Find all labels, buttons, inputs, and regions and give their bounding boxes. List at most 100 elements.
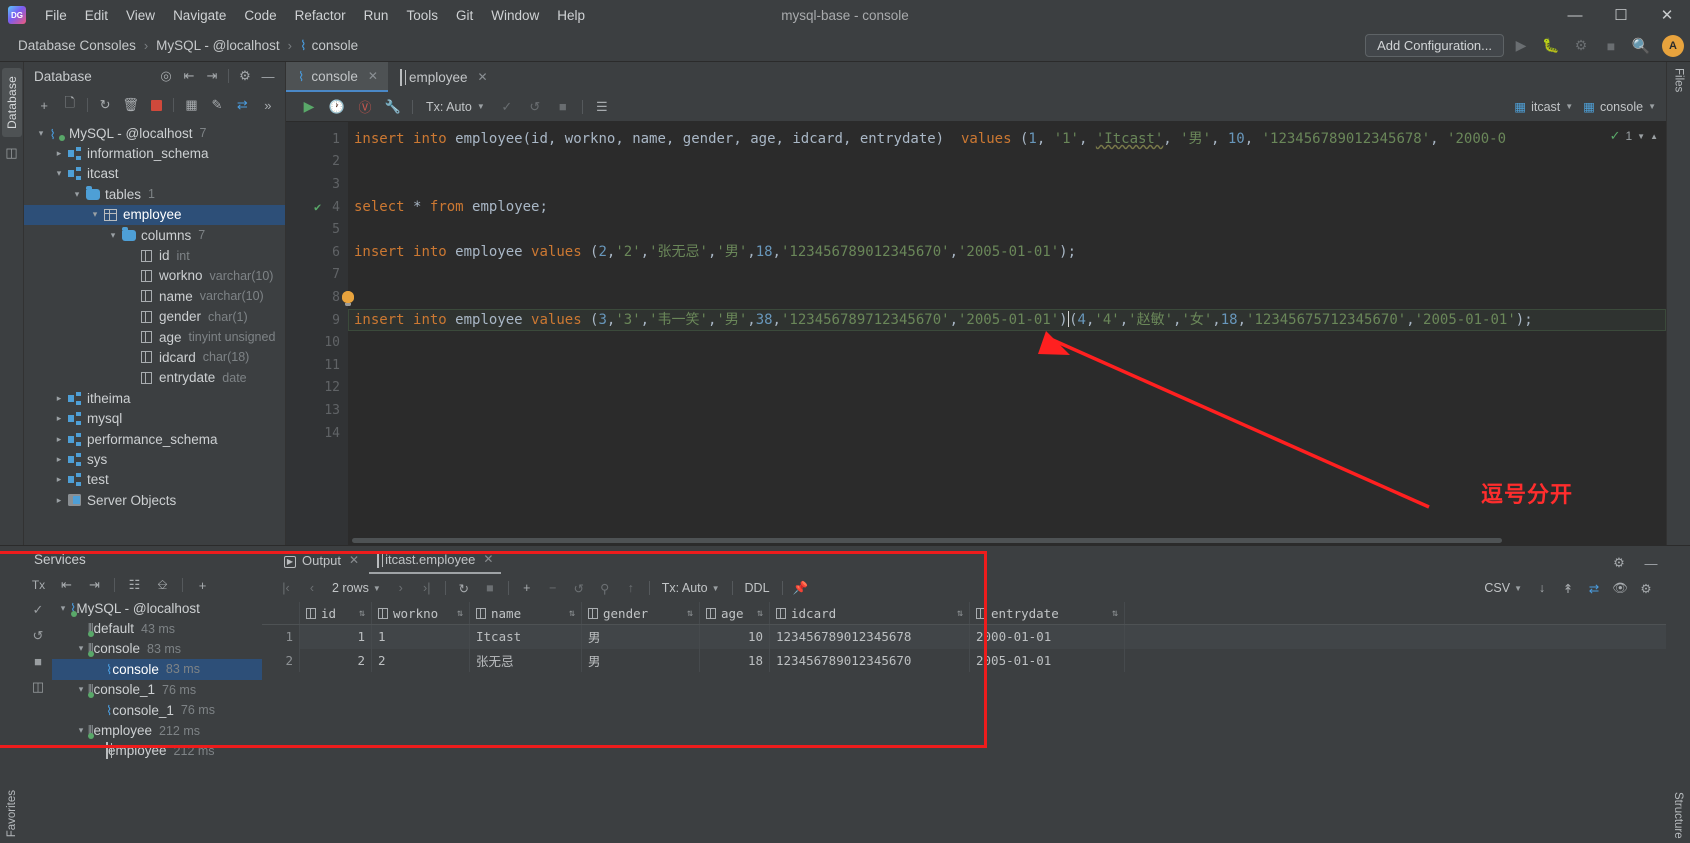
code-line-13[interactable] — [348, 399, 1666, 422]
code-line-1[interactable]: insert into employee(id, workno, name, g… — [348, 128, 1666, 151]
ddl-button[interactable]: DDL — [739, 581, 776, 595]
collapse-all-icon[interactable]: ⇥ — [82, 573, 107, 597]
hide-panel-icon[interactable]: — — [1640, 552, 1662, 574]
gutter-line-12[interactable]: 12 — [286, 377, 348, 400]
expand-all-icon[interactable]: ⇤ — [178, 65, 200, 87]
tree-item-gender[interactable]: gender char(1) — [24, 307, 285, 327]
code-line-11[interactable] — [348, 354, 1666, 377]
sync-icon[interactable]: 🗑 — [118, 93, 142, 117]
grid-column-header-entrydate[interactable]: entrydate ⇅ — [970, 602, 1125, 624]
run-icon[interactable]: ▶ — [1508, 34, 1534, 58]
sql-editor[interactable]: 1 2 3 ✔ 4 5 6 7 8 9 10 11 12 13 14 insert into employe… — [286, 122, 1666, 545]
gutter-line-4[interactable]: ✔ 4 — [286, 196, 348, 219]
chevron-down-icon[interactable]: ▼ — [1637, 132, 1645, 141]
tree-item-name[interactable]: name varchar(10) — [24, 286, 285, 306]
delete-row-button[interactable]: − — [541, 577, 565, 599]
grid-cell-workno[interactable]: 1 — [372, 625, 470, 649]
chevron-right-icon[interactable]: ▸ — [52, 393, 66, 404]
breadcrumb-item-1[interactable]: MySQL - @localhost — [152, 36, 284, 55]
menu-item-view[interactable]: View — [117, 5, 164, 26]
service-item-console[interactable]: ⌇ console 83 ms — [52, 659, 262, 680]
settings-icon[interactable]: ⚙ — [1634, 577, 1658, 599]
close-icon[interactable]: ✕ — [368, 69, 378, 83]
menu-item-refactor[interactable]: Refactor — [286, 5, 355, 26]
add-configuration-button[interactable]: Add Configuration... — [1365, 34, 1504, 57]
grid-row[interactable]: 2 2 2 张无忌男 18 123456789012345670 2005-01-01 — [262, 648, 1666, 672]
code-line-8[interactable] — [348, 286, 1666, 309]
chevron-down-icon[interactable]: ▾ — [56, 603, 70, 614]
breadcrumb-item-2[interactable]: ⌇ console — [296, 36, 362, 56]
group-icon[interactable]: ☷ — [122, 573, 147, 597]
chevron-down-icon[interactable]: ▾ — [52, 168, 66, 179]
tree-item-idcard[interactable]: idcard char(18) — [24, 347, 285, 367]
grid-cell-gender[interactable]: 男 — [582, 625, 700, 649]
chevron-down-icon[interactable]: ▾ — [34, 128, 48, 139]
sort-icon[interactable]: ⇅ — [457, 608, 463, 619]
grid-cell-age[interactable]: 10 — [700, 625, 770, 649]
gear-icon[interactable]: ⚙ — [1608, 552, 1630, 574]
gear-icon[interactable]: ⚙ — [234, 65, 256, 87]
diagram-icon[interactable]: ⇄ — [1582, 577, 1606, 599]
wrench-icon[interactable]: 🔧 — [380, 95, 406, 119]
gutter-line-7[interactable]: 7 — [286, 264, 348, 287]
result-tx-chip[interactable]: Tx: Auto ▼ — [656, 581, 726, 595]
chevron-down-icon[interactable]: ▾ — [74, 643, 88, 654]
table-mode-icon[interactable]: ☰ — [589, 95, 615, 119]
chevron-right-icon[interactable]: ▸ — [52, 474, 66, 485]
collapse-all-icon[interactable]: ⇥ — [201, 65, 223, 87]
layout-icon[interactable]: ◫ — [32, 679, 44, 695]
grid-cell-workno[interactable]: 2 — [372, 648, 470, 672]
tree-item-mysql[interactable]: ▸ mysql — [24, 408, 285, 428]
grid-cell-idcard[interactable]: 123456789012345670 — [770, 648, 970, 672]
stop-icon[interactable]: ■ — [34, 654, 42, 669]
code-line-5[interactable] — [348, 218, 1666, 241]
expand-all-icon[interactable]: ⇤ — [54, 573, 79, 597]
grid-cell-entrydate[interactable]: 2000-01-01 — [970, 625, 1125, 649]
prev-page-button[interactable]: ‹ — [300, 577, 324, 599]
revert-icon[interactable]: ↺ — [567, 577, 591, 599]
grid-row[interactable]: 1 1 1 Itcast 男 10 123456789012345678 2000-01-01 — [262, 625, 1666, 649]
grid-cell-entrydate[interactable]: 2005-01-01 — [970, 648, 1125, 672]
sidebar-tab-files[interactable]: Files — [1673, 68, 1685, 92]
grid-column-header-idcard[interactable]: idcard ⇅ — [770, 602, 970, 624]
service-item-console-1[interactable]: ⌇ console_1 76 ms — [52, 700, 262, 720]
stop-icon[interactable] — [144, 93, 168, 117]
inspection-widget[interactable]: ✓ 1 ▼ ▲ — [1610, 128, 1658, 144]
code-line-6[interactable]: insert into employee values (2,'2','张无忌'… — [348, 241, 1666, 264]
chevron-down-icon[interactable]: ▾ — [74, 725, 88, 736]
code-line-14[interactable] — [348, 422, 1666, 445]
table-icon[interactable]: ▦ — [179, 93, 203, 117]
explain-plan-icon[interactable]: Ⓥ — [352, 95, 378, 119]
tree-item-workno[interactable]: workno varchar(10) — [24, 266, 285, 286]
sort-icon[interactable]: ⇅ — [687, 608, 693, 619]
add-icon[interactable]: + — [32, 93, 56, 117]
tree-item-columns[interactable]: ▾ columns 7 — [24, 225, 285, 245]
tree-item-mysql-localhost[interactable]: ▾ ⌇ MySQL - @localhost 7 — [24, 123, 285, 143]
avatar[interactable]: A — [1662, 34, 1684, 57]
sort-icon[interactable]: ⇅ — [359, 608, 365, 619]
chevron-down-icon[interactable]: ▾ — [70, 189, 84, 200]
debug-icon[interactable]: 🐛 — [1538, 34, 1564, 58]
tree-item-performance-schema[interactable]: ▸ performance_schema — [24, 429, 285, 449]
grid-column-header-name[interactable]: name ⇅ — [470, 602, 582, 624]
rollback-icon[interactable]: ↺ — [33, 628, 44, 644]
code-line-2[interactable] — [348, 151, 1666, 174]
menu-item-tools[interactable]: Tools — [397, 5, 447, 26]
gutter-line-11[interactable]: 11 — [286, 354, 348, 377]
code-line-3[interactable] — [348, 173, 1666, 196]
menu-item-window[interactable]: Window — [482, 5, 548, 26]
edit-icon[interactable]: ✎ — [205, 93, 229, 117]
tx-mode-chip[interactable]: Tx: Auto ▼ — [419, 98, 492, 116]
gutter-line-14[interactable]: 14 — [286, 422, 348, 445]
export-format-chip[interactable]: CSV ▼ — [1478, 581, 1528, 595]
grid-body[interactable]: 1 1 1 Itcast 男 10 123456789012345678 2000-01-01… — [262, 625, 1666, 672]
chevron-down-icon[interactable]: ▾ — [88, 209, 102, 220]
grid-cell-age[interactable]: 18 — [700, 648, 770, 672]
editor-tab-console[interactable]: ⌇ console ✕ — [286, 62, 388, 92]
gutter-line-10[interactable]: 10 — [286, 331, 348, 354]
tree-item-employee[interactable]: ▾ employee — [24, 204, 285, 225]
code-line-9[interactable]: insert into employee values (3,'3','韦一笑'… — [348, 308, 1666, 332]
grid-column-header-age[interactable]: age ⇅ — [700, 602, 770, 624]
chevron-up-icon[interactable]: ▲ — [1650, 132, 1658, 141]
grid-column-header-gender[interactable]: gender ⇅ — [582, 602, 700, 624]
